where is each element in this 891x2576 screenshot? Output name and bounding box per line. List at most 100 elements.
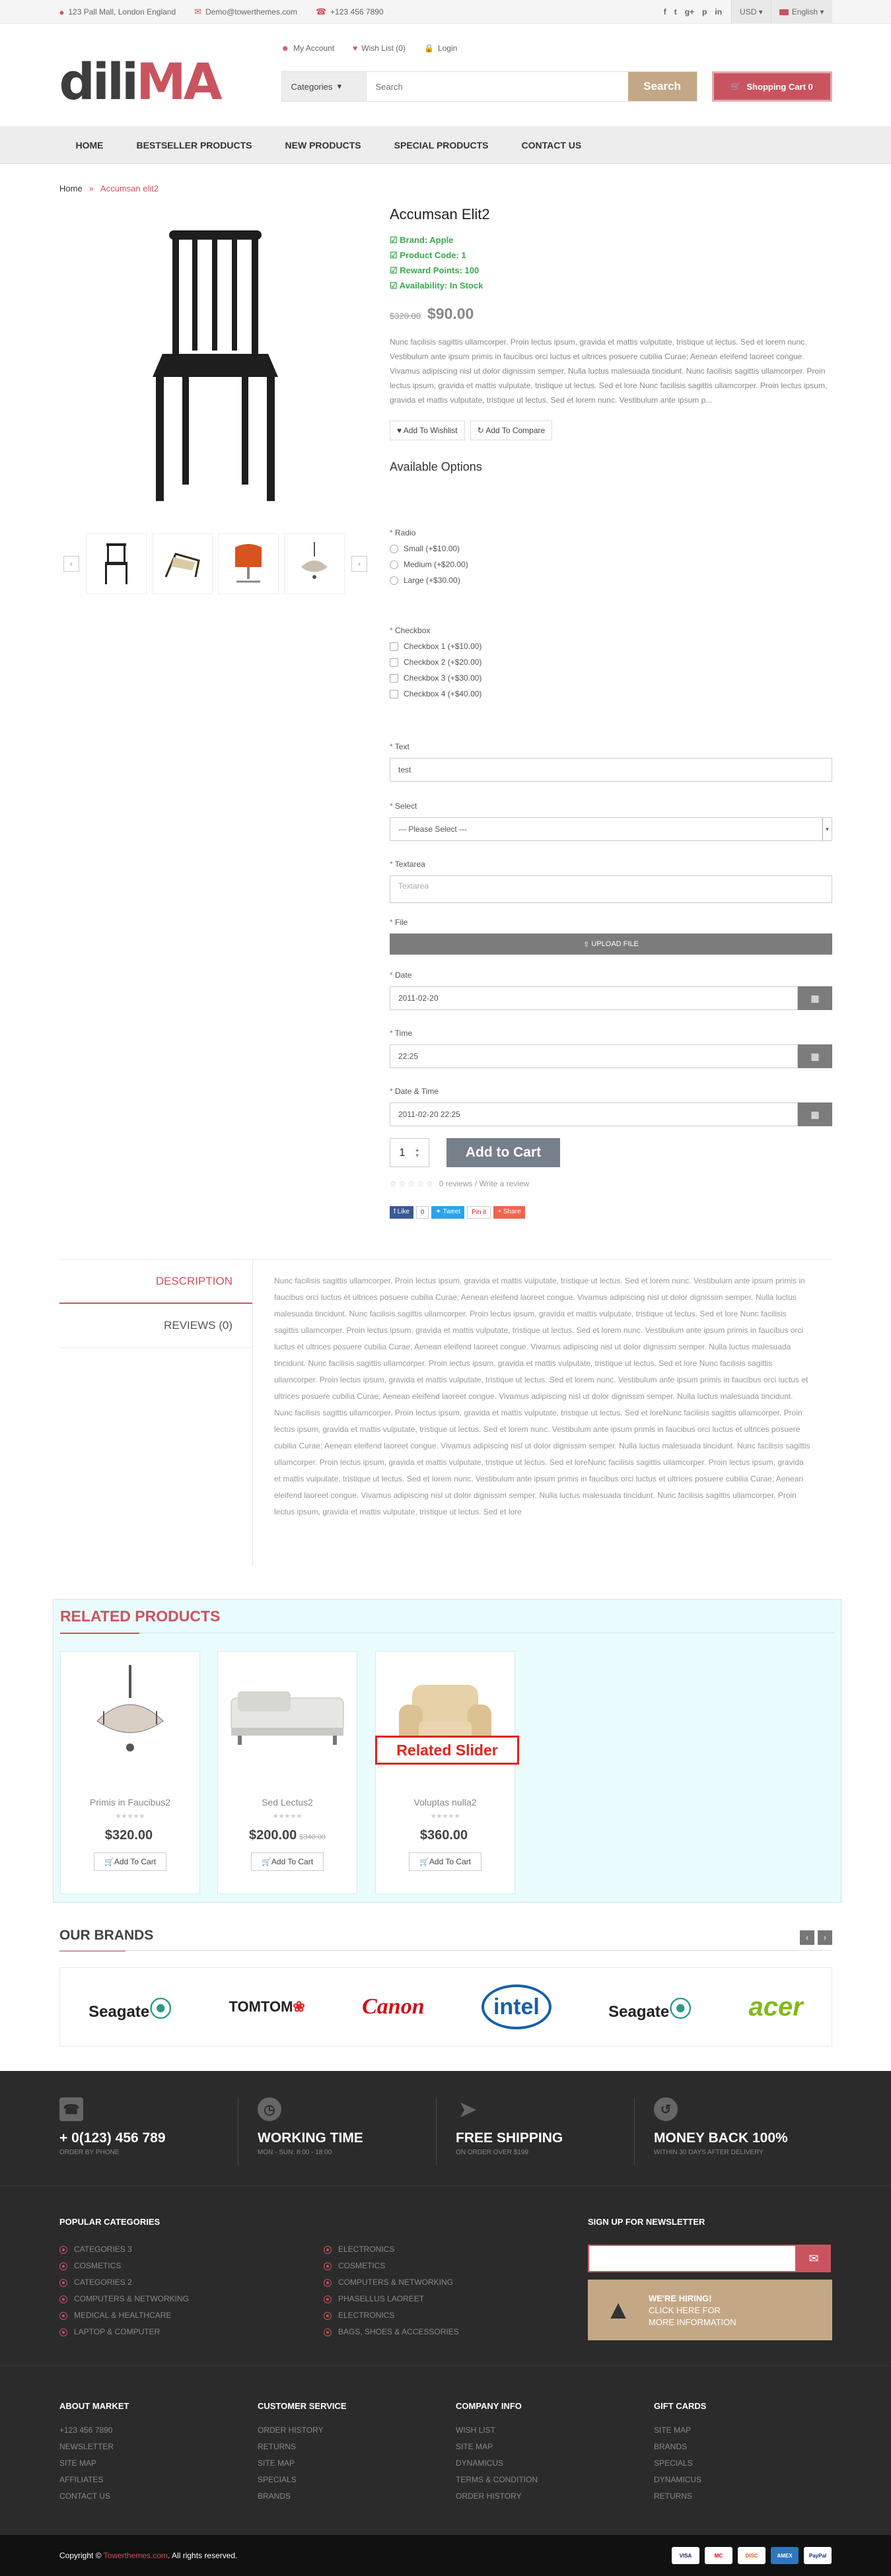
footer-link[interactable]: BRANDS bbox=[654, 2439, 701, 2455]
category-link[interactable]: COMPUTERS & NETWORKING bbox=[324, 2274, 459, 2291]
login-link[interactable]: 🔒 Login bbox=[424, 44, 457, 53]
footer-link[interactable]: TERMS & CONDITION bbox=[456, 2472, 538, 2488]
add-to-cart-button[interactable]: Add to Cart bbox=[446, 1138, 560, 1167]
footer-link[interactable]: DYNAMICUS bbox=[456, 2455, 538, 2472]
footer-link[interactable]: SITE MAP bbox=[258, 2455, 324, 2472]
radio-circle-icon[interactable] bbox=[390, 560, 398, 569]
checkbox-square-icon[interactable] bbox=[390, 658, 398, 667]
my-account-link[interactable]: ☻ My Account bbox=[281, 44, 335, 53]
logo[interactable]: dili MA bbox=[59, 57, 223, 107]
facebook-like-button[interactable]: f Like bbox=[390, 1206, 413, 1219]
linkedin-icon[interactable]: in bbox=[715, 7, 722, 17]
category-link[interactable]: CATEGORIES 3 bbox=[59, 2241, 189, 2258]
add-to-compare-button[interactable]: ↻ Add To Compare bbox=[470, 421, 553, 440]
category-link[interactable]: ELECTRONICS bbox=[324, 2241, 459, 2258]
radio-small[interactable]: Small (+$10.00) bbox=[390, 544, 468, 553]
upload-file-button[interactable]: ⇧ UPLOAD FILE bbox=[390, 933, 832, 955]
checkbox-4[interactable]: Checkbox 4 (+$40.00) bbox=[390, 689, 481, 698]
datetime-input[interactable]: 2011-02-20 22:25 bbox=[390, 1102, 798, 1126]
time-input[interactable]: 22:25 bbox=[390, 1044, 798, 1068]
nav-home[interactable]: Home bbox=[59, 140, 120, 151]
product-image[interactable] bbox=[61, 1652, 199, 1784]
product-main-image[interactable] bbox=[59, 208, 371, 520]
checkbox-square-icon[interactable] bbox=[390, 642, 398, 651]
currency-dropdown[interactable]: USD ▾ bbox=[731, 0, 771, 24]
thumbnail-1[interactable] bbox=[86, 533, 147, 594]
search-category-dropdown[interactable]: Categories ▾ bbox=[281, 72, 367, 101]
product-name[interactable]: Sed Lectus2 bbox=[218, 1797, 357, 1808]
brand-logo-canon[interactable]: Canon bbox=[362, 1994, 425, 2019]
footer-link[interactable]: SITE MAP bbox=[654, 2422, 701, 2439]
category-link[interactable]: COMPUTERS & NETWORKING bbox=[59, 2291, 189, 2307]
category-link[interactable]: BAGS, SHOES & ACCESSORIES bbox=[324, 2324, 459, 2340]
select-dropdown[interactable]: --- Please Select --- ▾ bbox=[390, 817, 832, 841]
envelope-icon[interactable]: ✉ bbox=[797, 2245, 831, 2272]
wishlist-link[interactable]: ♥ Wish List (0) bbox=[353, 44, 406, 53]
category-link[interactable]: MEDICAL & HEALTHCARE bbox=[59, 2307, 189, 2324]
footer-link[interactable]: RETURNS bbox=[654, 2488, 701, 2505]
twitter-icon[interactable]: t bbox=[674, 7, 677, 17]
pinterest-icon[interactable]: p bbox=[702, 7, 707, 17]
thumb-prev-chevron-left-icon[interactable]: ‹ bbox=[63, 556, 79, 572]
checkbox-square-icon[interactable] bbox=[390, 689, 398, 698]
breadcrumb-current[interactable]: Accumsan elit2 bbox=[100, 184, 159, 193]
language-dropdown[interactable]: English ▾ bbox=[770, 0, 832, 24]
add-to-cart-button[interactable]: 🛒 Add To Cart bbox=[251, 1852, 324, 1871]
product-name[interactable]: Primis in Faucibus2 bbox=[61, 1797, 199, 1808]
textarea-input[interactable]: Textarea bbox=[390, 875, 832, 903]
category-link[interactable]: ELECTRONICS bbox=[324, 2307, 459, 2324]
add-to-cart-button[interactable]: 🛒 Add To Cart bbox=[94, 1852, 166, 1871]
radio-large[interactable]: Large (+$30.00) bbox=[390, 576, 468, 585]
footer-link[interactable]: NEWSLETTER bbox=[59, 2439, 114, 2455]
calendar-icon[interactable]: ▦ bbox=[798, 1102, 832, 1126]
checkbox-1[interactable]: Checkbox 1 (+$10.00) bbox=[390, 642, 481, 651]
product-card[interactable]: Sed Lectus2 ★★★★★ $200.00 $340.00 🛒 Add T… bbox=[217, 1651, 357, 1894]
footer-link[interactable]: SPECIALS bbox=[258, 2472, 324, 2488]
text-input[interactable]: test bbox=[390, 758, 832, 782]
radio-medium[interactable]: Medium (+$20.00) bbox=[390, 560, 468, 569]
email[interactable]: ✉ Demo@towerthemes.com bbox=[194, 7, 297, 17]
thumbnail-2[interactable] bbox=[152, 533, 213, 594]
footer-link[interactable]: SPECIALS bbox=[654, 2455, 701, 2472]
brands-next-chevron-right-icon[interactable]: › bbox=[818, 1930, 832, 1945]
checkbox-2[interactable]: Checkbox 2 (+$20.00) bbox=[390, 658, 481, 667]
footer-link[interactable]: CONTACT US bbox=[59, 2488, 114, 2505]
footer-link[interactable]: ORDER HISTORY bbox=[258, 2422, 324, 2439]
thumbnail-4[interactable] bbox=[284, 533, 345, 594]
stepper-arrows-icon[interactable]: ▲ ▼ bbox=[415, 1147, 420, 1159]
thumbnail-3[interactable] bbox=[218, 533, 279, 594]
email-text[interactable]: Demo@towerthemes.com bbox=[205, 7, 297, 17]
category-link[interactable]: CATEGORIES 2 bbox=[59, 2274, 189, 2291]
category-link[interactable]: COSMETICS bbox=[324, 2258, 459, 2274]
brands-prev-chevron-left-icon[interactable]: ‹ bbox=[800, 1930, 814, 1945]
footer-link[interactable]: BRANDS bbox=[258, 2488, 324, 2505]
nav-contact[interactable]: Contact Us bbox=[505, 140, 598, 151]
footer-link[interactable]: RETURNS bbox=[258, 2439, 324, 2455]
category-link[interactable]: COSMETICS bbox=[59, 2258, 189, 2274]
tweet-button[interactable]: ✦ Tweet bbox=[431, 1206, 465, 1219]
reviews-link[interactable]: 0 reviews / Write a review bbox=[439, 1179, 529, 1188]
google-plus-icon[interactable]: g+ bbox=[685, 7, 694, 17]
brand-logo-tomtom[interactable]: TOMTOM❀ bbox=[229, 1998, 304, 2016]
shopping-cart-button[interactable]: 🛒 Shopping Cart 0 bbox=[711, 71, 832, 102]
quantity-stepper[interactable]: 1 ▲ ▼ bbox=[390, 1138, 429, 1167]
nav-special-products[interactable]: Special Products bbox=[378, 140, 505, 151]
search-input[interactable] bbox=[366, 72, 628, 101]
add-to-cart-button[interactable]: 🛒 Add To Cart bbox=[409, 1852, 481, 1871]
brand-logo-seagate[interactable]: Seagate⦿ bbox=[89, 1991, 172, 2023]
checkbox-square-icon[interactable] bbox=[390, 673, 398, 683]
calendar-icon[interactable]: ▦ bbox=[798, 986, 832, 1010]
pin-it-button[interactable]: Pin it bbox=[467, 1206, 491, 1219]
tab-reviews[interactable]: REVIEWS (0) bbox=[59, 1304, 252, 1348]
date-input[interactable]: 2011-02-20 bbox=[390, 986, 798, 1010]
share-button[interactable]: + Share bbox=[493, 1206, 525, 1219]
facebook-icon[interactable]: f bbox=[664, 7, 666, 17]
footer-link[interactable]: SITE MAP bbox=[59, 2455, 114, 2472]
breadcrumb-home[interactable]: Home bbox=[59, 184, 83, 193]
brand-logo-acer[interactable]: acer bbox=[748, 1992, 802, 2022]
copyright-link[interactable]: Towerthemes.com bbox=[104, 2551, 168, 2560]
product-card[interactable]: Primis in Faucibus2 ★★★★★ $320.00 🛒 Add … bbox=[60, 1651, 200, 1894]
footer-link[interactable]: ORDER HISTORY bbox=[456, 2488, 538, 2505]
newsletter-email-input[interactable] bbox=[588, 2245, 797, 2272]
category-link[interactable]: PHASELLUS LAOREET bbox=[324, 2291, 459, 2307]
